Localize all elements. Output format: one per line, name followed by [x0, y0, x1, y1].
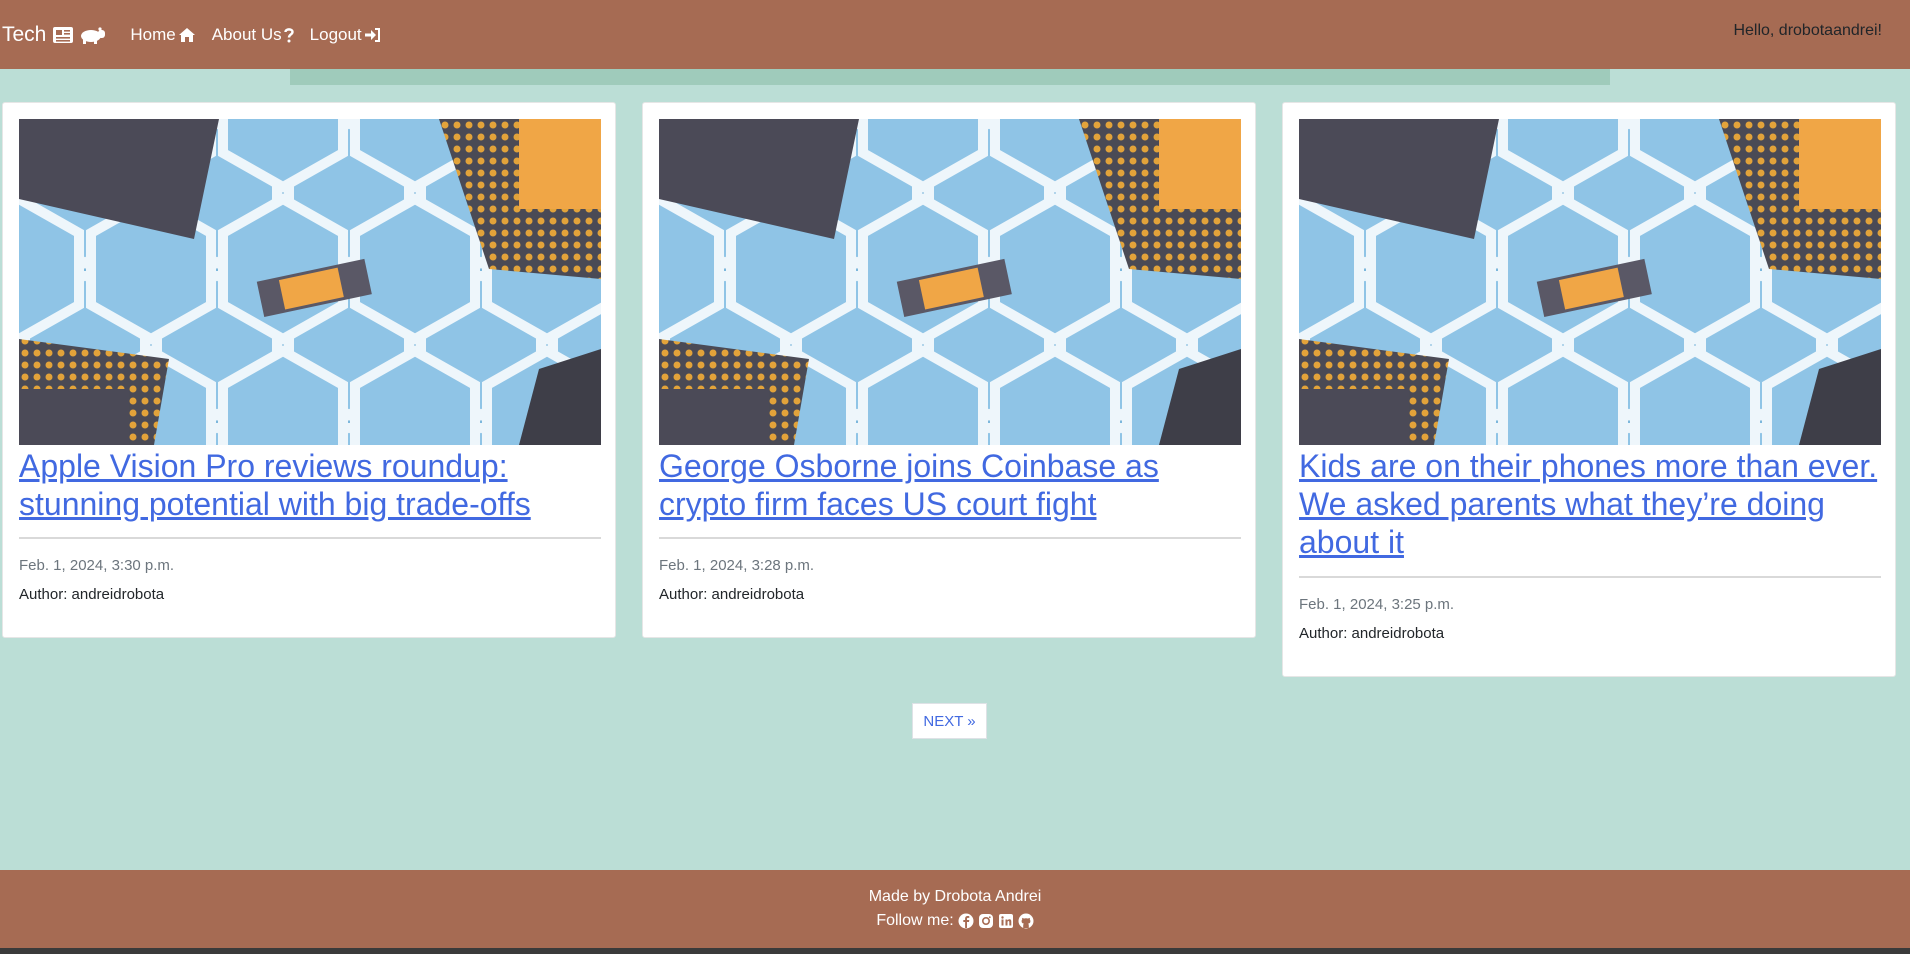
facebook-icon[interactable] [958, 913, 974, 929]
post-author: Author: andreidrobota [659, 586, 805, 603]
home-icon [178, 27, 196, 43]
next-page-button[interactable]: NEXT » [912, 703, 987, 739]
post-title-link[interactable]: George Osborne joins Coinbase as crypto … [659, 447, 1241, 523]
bottom-strip [0, 948, 1910, 954]
post-date: Feb. 1, 2024, 3:30 p.m. [19, 557, 175, 574]
instagram-icon[interactable] [978, 913, 994, 929]
brand-text: Tech [2, 22, 47, 46]
post-title-link[interactable]: Apple Vision Pro reviews roundup: stunni… [19, 447, 601, 523]
navbar: Tech Home About Us Logout Hello, drobota… [0, 0, 1910, 69]
post-author: Author: andreidrobota [19, 586, 165, 603]
nav-logout[interactable]: Logout [310, 25, 382, 45]
divider [19, 537, 601, 539]
post-card: Apple Vision Pro reviews roundup: stunni… [2, 102, 616, 638]
post-image [19, 119, 601, 445]
github-icon[interactable] [1018, 913, 1034, 929]
question-icon [283, 27, 294, 43]
nav-about[interactable]: About Us [212, 25, 294, 45]
post-card: George Osborne joins Coinbase as crypto … [642, 102, 1256, 638]
brand[interactable]: Tech [2, 23, 106, 47]
nav-home[interactable]: Home [130, 25, 195, 45]
follow-label: Follow me: [876, 912, 954, 929]
post-date: Feb. 1, 2024, 3:28 p.m. [659, 557, 815, 574]
divider [659, 537, 1241, 539]
footer: Made by Drobota Andrei Follow me: [0, 870, 1910, 954]
accent-strip [290, 69, 1610, 85]
post-title-link[interactable]: Kids are on their phones more than ever.… [1299, 447, 1881, 561]
post-card: Kids are on their phones more than ever.… [1282, 102, 1896, 677]
user-greeting: Hello, drobotaandrei! [1733, 22, 1882, 39]
nav-links: Home About Us Logout [130, 25, 397, 45]
divider [1299, 576, 1881, 578]
footer-credit: Made by Drobota Andrei [868, 888, 1042, 905]
footer-follow: Follow me: [0, 912, 1910, 930]
post-author: Author: andreidrobota [1299, 625, 1445, 642]
newspaper-icon [52, 26, 74, 44]
post-image [659, 119, 1241, 445]
post-image [1299, 119, 1881, 445]
post-date: Feb. 1, 2024, 3:25 p.m. [1299, 596, 1455, 613]
nav-about-label: About Us [211, 24, 282, 44]
sign-in-icon [364, 27, 382, 43]
hippo-icon [80, 26, 106, 44]
nav-logout-label: Logout [309, 24, 362, 44]
linkedin-icon[interactable] [998, 913, 1014, 929]
nav-home-label: Home [130, 24, 176, 44]
